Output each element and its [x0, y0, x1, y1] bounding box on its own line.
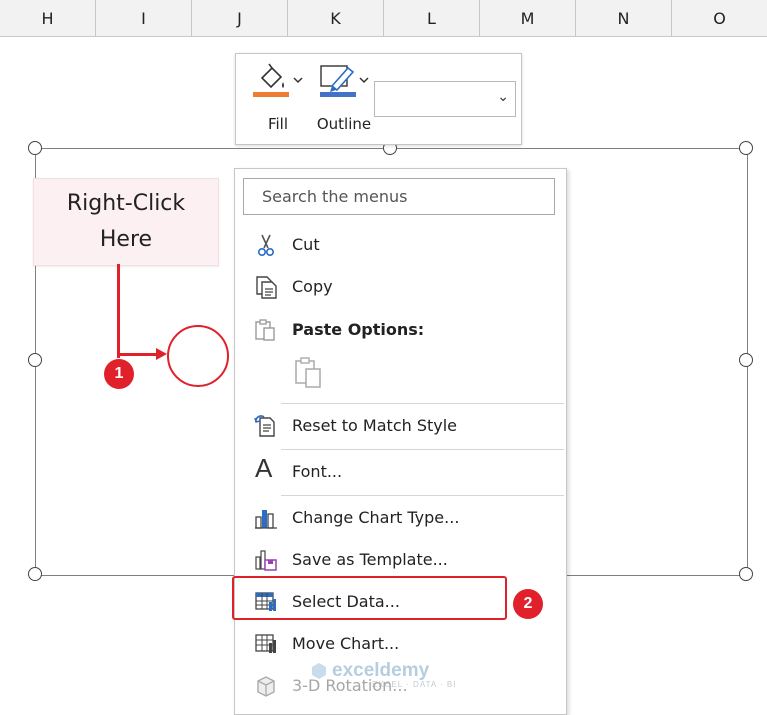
clipboard-icon	[255, 319, 275, 341]
menu-item-change-chart-type[interactable]: Change Chart Type...	[235, 499, 566, 537]
resize-handle-top-right[interactable]	[739, 141, 753, 155]
column-header-o[interactable]: O	[672, 0, 767, 36]
bar-chart-icon	[255, 510, 277, 529]
column-header-row: H I J K L M N O	[0, 0, 767, 37]
menu-item-copy[interactable]: Copy	[235, 268, 566, 306]
menu-item-change-chart-type-label: Change Chart Type...	[292, 508, 460, 527]
outline-color-bar	[320, 92, 356, 97]
right-click-callout: Right-Click Here	[33, 178, 219, 266]
menu-search-input[interactable]: Search the menus	[243, 178, 555, 215]
fill-button[interactable]: Fill	[250, 60, 306, 134]
resize-handle-top-left[interactable]	[28, 141, 42, 155]
column-header-j[interactable]: J	[192, 0, 288, 36]
pen-outline-icon	[320, 65, 369, 97]
resize-handle-bottom-left[interactable]	[28, 567, 42, 581]
menu-item-save-as-template[interactable]: Save as Template...	[235, 541, 566, 579]
menu-separator	[281, 495, 564, 496]
exceldemy-logo-icon	[312, 663, 326, 679]
column-header-h[interactable]: H	[0, 0, 96, 36]
resize-handle-middle-left[interactable]	[28, 353, 42, 367]
fill-label: Fill	[267, 115, 289, 133]
paint-bucket-icon	[253, 63, 303, 97]
mini-toolbar: Fill Outline ⌄	[235, 53, 522, 145]
column-header-l[interactable]: L	[384, 0, 480, 36]
step-badge-2: 2	[513, 589, 543, 619]
column-header-n[interactable]: N	[576, 0, 672, 36]
paste-options-heading: Paste Options:	[292, 320, 425, 339]
menu-item-save-as-template-label: Save as Template...	[292, 550, 448, 569]
cube-icon	[257, 676, 275, 697]
annotation-connector-vertical	[117, 264, 120, 358]
column-header-i[interactable]: I	[96, 0, 192, 36]
watermark-tagline: EXCEL · DATA · BI	[372, 680, 457, 689]
menu-separator	[281, 449, 564, 450]
menu-item-reset-label: Reset to Match Style	[292, 416, 458, 435]
menu-item-paste-options: Paste Options:	[235, 311, 566, 349]
exceldemy-watermark: exceldemy EXCEL · DATA · BI	[310, 660, 456, 689]
watermark-name: exceldemy	[332, 660, 430, 681]
right-click-target-circle	[167, 325, 229, 387]
fill-color-bar	[253, 92, 289, 97]
outline-label: Outline	[316, 115, 372, 133]
menu-item-move-chart-label: Move Chart...	[292, 634, 400, 653]
menu-item-copy-label: Copy	[292, 277, 333, 296]
menu-item-font[interactable]: A Font...	[235, 453, 566, 491]
outline-button[interactable]: Outline	[314, 60, 374, 134]
move-chart-icon	[255, 634, 276, 653]
scissors-icon	[258, 234, 275, 256]
select-data-highlight	[232, 576, 507, 620]
save-template-icon	[255, 550, 277, 571]
font-a-icon: A	[255, 453, 273, 483]
menu-item-font-label: Font...	[292, 462, 343, 481]
copy-icon	[256, 276, 277, 299]
menu-item-reset-to-match-style[interactable]: Reset to Match Style	[235, 407, 566, 445]
menu-item-cut[interactable]: Cut	[235, 226, 566, 264]
column-header-m[interactable]: M	[480, 0, 576, 36]
chevron-down-icon: ⌄	[497, 89, 509, 105]
chart-element-select[interactable]: ⌄	[374, 81, 516, 117]
menu-separator	[281, 403, 564, 404]
reset-style-icon	[254, 415, 275, 437]
annotation-arrow-icon	[156, 348, 167, 360]
context-menu: Search the menus Cut Copy Paste Options:	[234, 168, 567, 715]
resize-handle-bottom-right[interactable]	[739, 567, 753, 581]
menu-item-move-chart[interactable]: Move Chart...	[235, 625, 566, 663]
paste-clipboard-icon	[295, 357, 321, 388]
menu-item-cut-label: Cut	[292, 235, 320, 254]
paste-default-button[interactable]	[292, 355, 328, 391]
resize-handle-middle-right[interactable]	[739, 353, 753, 367]
annotation-connector-horizontal	[117, 353, 159, 356]
step-badge-1: 1	[104, 359, 134, 389]
column-header-k[interactable]: K	[288, 0, 384, 36]
